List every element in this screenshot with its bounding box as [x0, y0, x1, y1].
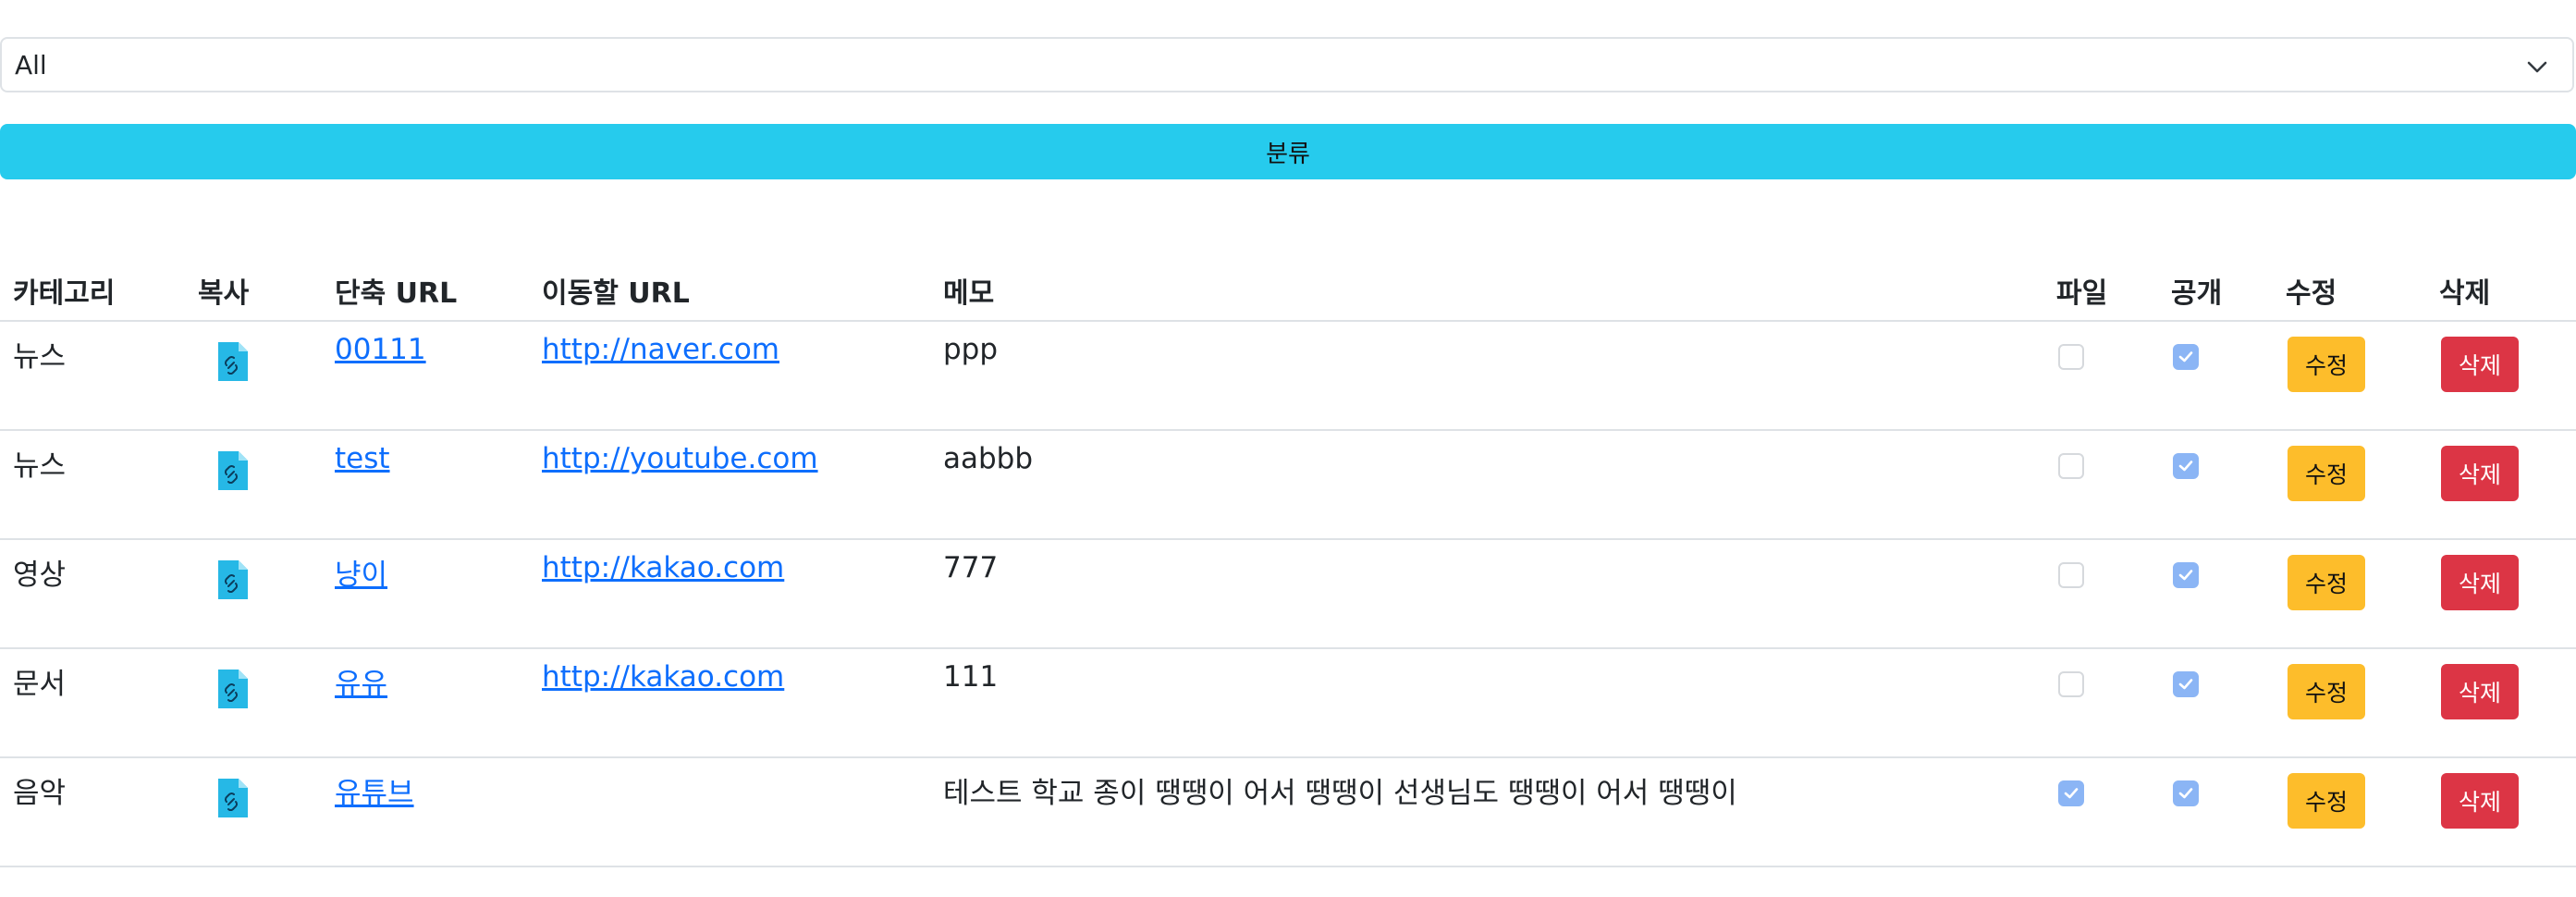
delete-button[interactable]: 삭제: [2441, 446, 2519, 501]
header-edit: 수정: [2286, 277, 2337, 310]
row-category: 영상: [13, 559, 67, 592]
row-memo: 테스트 학교 종이 땡땡이 어서 땡땡이 선생님도 땡땡이 어서 땡땡이: [943, 777, 1737, 810]
short-url-link[interactable]: 냥이: [335, 559, 387, 592]
row-target-url[interactable]: http://naver.com: [542, 333, 779, 366]
short-url-link[interactable]: test: [335, 442, 390, 475]
public-checkbox[interactable]: [2173, 780, 2199, 806]
category-select[interactable]: All: [0, 37, 2574, 92]
public-checkbox[interactable]: [2173, 562, 2199, 588]
url-table: 카테고리 복사 단축 URL 이동할 URL 메모 파일 공개 수정 삭제 뉴스…: [0, 252, 2576, 867]
file-link-icon[interactable]: [215, 449, 251, 492]
row-target-url[interactable]: http://kakao.com: [542, 660, 784, 694]
row-short-url[interactable]: 유유: [335, 660, 387, 702]
file-checkbox[interactable]: [2058, 453, 2084, 479]
chevron-down-icon: [2527, 61, 2547, 73]
file-checkbox[interactable]: [2058, 671, 2084, 697]
check-icon: [2178, 679, 2193, 690]
short-url-link[interactable]: 00111: [335, 333, 426, 366]
row-category: 뉴스: [13, 340, 67, 374]
check-icon: [2178, 570, 2193, 581]
row-target-url[interactable]: http://kakao.com: [542, 551, 784, 584]
row-memo: ppp: [943, 333, 999, 366]
edit-button[interactable]: 수정: [2288, 664, 2365, 719]
row-memo: aabbb: [943, 442, 1034, 475]
delete-button[interactable]: 삭제: [2441, 773, 2519, 829]
edit-button[interactable]: 수정: [2288, 337, 2365, 392]
target-url-link[interactable]: http://kakao.com: [542, 551, 784, 584]
edit-button[interactable]: 수정: [2288, 446, 2365, 501]
row-short-url[interactable]: 00111: [335, 333, 426, 366]
row-category: 음악: [13, 777, 67, 810]
delete-button[interactable]: 삭제: [2441, 555, 2519, 610]
header-memo: 메모: [943, 277, 995, 310]
header-public: 공개: [2171, 277, 2223, 310]
category-select-value: All: [15, 49, 47, 80]
row-target-url[interactable]: http://youtube.com: [542, 442, 818, 475]
row-short-url[interactable]: 냥이: [335, 551, 387, 593]
table-row: 영상 냥이 http://kakao.com 777 수정 삭제: [0, 540, 2576, 649]
delete-button[interactable]: 삭제: [2441, 664, 2519, 719]
row-short-url[interactable]: test: [335, 442, 390, 475]
file-checkbox[interactable]: [2058, 562, 2084, 588]
public-checkbox[interactable]: [2173, 344, 2199, 370]
public-checkbox[interactable]: [2173, 453, 2199, 479]
header-category: 카테고리: [13, 277, 116, 310]
header-file: 파일: [2056, 277, 2108, 310]
header-copy: 복사: [198, 277, 250, 310]
table-row: 뉴스 00111 http://naver.com ppp 수정 삭제: [0, 322, 2576, 431]
file-link-icon[interactable]: [215, 777, 251, 819]
row-category: 뉴스: [13, 449, 67, 483]
short-url-link[interactable]: 유튜브: [335, 777, 414, 810]
check-icon: [2064, 788, 2079, 799]
table-row: 뉴스 test http://youtube.com aabbb 수정 삭제: [0, 431, 2576, 540]
row-memo: 111: [943, 660, 999, 694]
file-checkbox[interactable]: [2058, 780, 2084, 806]
table-row: 음악 유튜브 테스트 학교 종이 땡땡이 어서 땡땡이 선생님도 땡땡이 어서 …: [0, 758, 2576, 867]
target-url-link[interactable]: http://kakao.com: [542, 660, 784, 694]
header-delete: 삭제: [2439, 277, 2491, 310]
target-url-link[interactable]: http://youtube.com: [542, 442, 818, 475]
filter-button[interactable]: 분류: [0, 124, 2576, 179]
delete-button[interactable]: 삭제: [2441, 337, 2519, 392]
row-category: 문서: [13, 668, 67, 701]
table-row: 문서 유유 http://kakao.com 111 수정 삭제: [0, 649, 2576, 758]
header-target-url: 이동할 URL: [542, 277, 690, 310]
file-link-icon[interactable]: [215, 340, 251, 383]
edit-button[interactable]: 수정: [2288, 555, 2365, 610]
check-icon: [2178, 461, 2193, 472]
row-short-url[interactable]: 유튜브: [335, 769, 414, 811]
file-checkbox[interactable]: [2058, 344, 2084, 370]
page: All 분류 카테고리 복사 단축 URL 이동할 URL 메모 파일 공개 수…: [0, 0, 2576, 897]
file-link-icon[interactable]: [215, 559, 251, 601]
row-memo: 777: [943, 551, 999, 584]
edit-button[interactable]: 수정: [2288, 773, 2365, 829]
file-link-icon[interactable]: [215, 668, 251, 710]
table-header: 카테고리 복사 단축 URL 이동할 URL 메모 파일 공개 수정 삭제: [0, 252, 2576, 322]
public-checkbox[interactable]: [2173, 671, 2199, 697]
target-url-link[interactable]: http://naver.com: [542, 333, 779, 366]
header-short-url: 단축 URL: [335, 277, 458, 310]
short-url-link[interactable]: 유유: [335, 668, 387, 701]
check-icon: [2178, 351, 2193, 362]
check-icon: [2178, 788, 2193, 799]
